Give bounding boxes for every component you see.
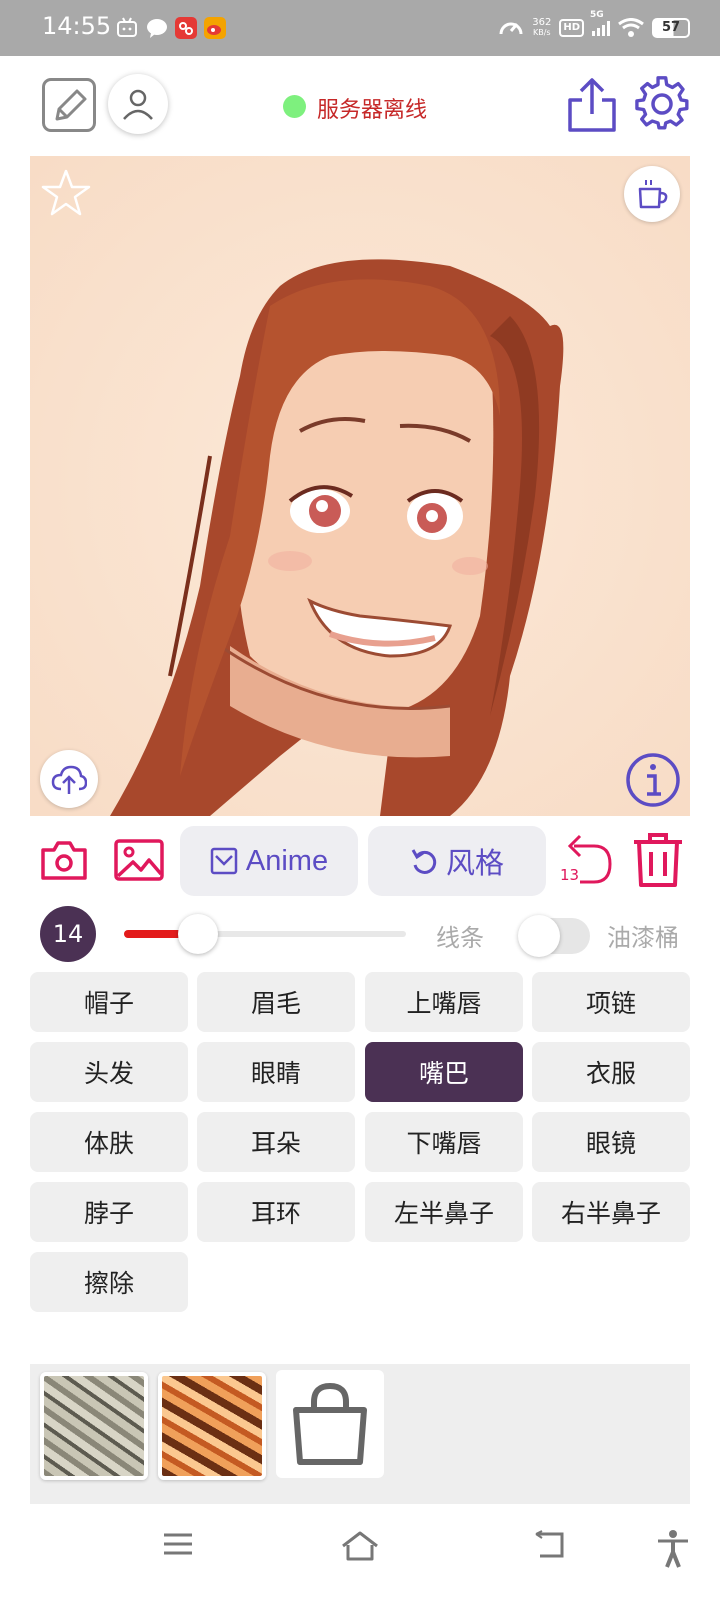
app-red-icon bbox=[175, 17, 197, 39]
server-status-text: 服务器离线 bbox=[317, 98, 428, 123]
status-icons: 362 KB/s HD 5G 57 bbox=[498, 10, 690, 42]
camera-icon bbox=[41, 841, 87, 880]
texture-swatch-orange[interactable] bbox=[158, 1372, 266, 1480]
part-lower-lip[interactable]: 下嘴唇 bbox=[365, 1112, 523, 1172]
part-glasses[interactable]: 眼镜 bbox=[532, 1112, 690, 1172]
status-time: 14:55 bbox=[42, 12, 112, 40]
checkbox-icon bbox=[210, 847, 238, 875]
part-eyes[interactable]: 眼睛 bbox=[197, 1042, 355, 1102]
network-speed: 362 KB/s bbox=[532, 18, 551, 38]
gallery-button[interactable] bbox=[113, 838, 165, 882]
part-clothes[interactable]: 衣服 bbox=[532, 1042, 690, 1102]
share-icon bbox=[568, 78, 616, 132]
bilibili-icon bbox=[116, 17, 138, 39]
undo-count: 13 bbox=[560, 866, 580, 884]
hd-badge: HD bbox=[559, 19, 584, 37]
info-button[interactable] bbox=[625, 752, 681, 808]
wifi-icon bbox=[618, 18, 644, 37]
part-hat[interactable]: 帽子 bbox=[30, 972, 188, 1032]
trash-icon bbox=[634, 833, 682, 887]
speed-unit: KB/s bbox=[532, 28, 551, 37]
upload-button[interactable] bbox=[40, 750, 98, 808]
drawing-canvas[interactable] bbox=[30, 156, 690, 816]
texture-swatch-gray[interactable] bbox=[40, 1372, 148, 1480]
favorite-button[interactable] bbox=[40, 168, 92, 218]
brush-size-indicator: 14 bbox=[40, 906, 96, 962]
part-hair[interactable]: 头发 bbox=[30, 1042, 188, 1102]
speed-value: 362 bbox=[532, 17, 552, 28]
signal-icon: 5G bbox=[590, 10, 610, 36]
anime-label: Anime bbox=[245, 844, 329, 877]
image-icon bbox=[114, 839, 164, 881]
part-upper-lip[interactable]: 上嘴唇 bbox=[365, 972, 523, 1032]
home-icon bbox=[342, 1531, 378, 1561]
server-status-dot bbox=[283, 95, 306, 118]
part-left-nose[interactable]: 左半鼻子 bbox=[365, 1182, 523, 1242]
part-necklace[interactable]: 项链 bbox=[532, 972, 690, 1032]
style-label: 风格 bbox=[445, 846, 504, 880]
user-icon bbox=[123, 89, 153, 120]
refresh-icon bbox=[411, 849, 437, 874]
part-right-nose[interactable]: 右半鼻子 bbox=[532, 1182, 690, 1242]
user-button[interactable] bbox=[108, 74, 168, 134]
accessibility-button[interactable] bbox=[656, 1530, 690, 1570]
style-button[interactable]: 风格 bbox=[368, 826, 546, 896]
nav-back-button[interactable] bbox=[532, 1530, 566, 1570]
part-earrings[interactable]: 耳环 bbox=[197, 1182, 355, 1242]
toggle-knob[interactable] bbox=[518, 915, 560, 957]
nav-menu-button[interactable] bbox=[162, 1530, 194, 1570]
nav-home-button[interactable] bbox=[340, 1530, 380, 1570]
edit-icon bbox=[55, 89, 87, 121]
speedometer-icon bbox=[499, 22, 523, 35]
cup-icon bbox=[638, 180, 668, 209]
weibo-icon bbox=[204, 17, 226, 39]
coffee-button[interactable] bbox=[624, 166, 680, 222]
network-type: 5G bbox=[590, 10, 604, 20]
star-icon bbox=[41, 169, 91, 216]
line-label: 线条 bbox=[436, 924, 484, 952]
bag-icon bbox=[293, 1382, 367, 1465]
part-skin[interactable]: 体肤 bbox=[30, 1112, 188, 1172]
back-icon bbox=[535, 1530, 564, 1558]
settings-button[interactable] bbox=[635, 76, 691, 132]
anime-button[interactable]: Anime bbox=[180, 826, 358, 896]
bucket-label: 油漆桶 bbox=[607, 924, 679, 952]
delete-button[interactable] bbox=[632, 832, 684, 888]
chat-icon bbox=[146, 17, 168, 39]
anime-portrait-image bbox=[30, 156, 690, 816]
gear-icon bbox=[635, 76, 689, 130]
info-icon bbox=[626, 753, 680, 807]
part-mouth[interactable]: 嘴巴 bbox=[365, 1042, 523, 1102]
part-eyebrows[interactable]: 眉毛 bbox=[197, 972, 355, 1032]
camera-button[interactable] bbox=[40, 838, 88, 882]
part-ears[interactable]: 耳朵 bbox=[197, 1112, 355, 1172]
slider-thumb[interactable] bbox=[178, 914, 218, 954]
accessibility-icon bbox=[658, 1530, 688, 1568]
share-button[interactable] bbox=[566, 76, 618, 134]
shop-button[interactable] bbox=[276, 1370, 384, 1478]
menu-icon bbox=[164, 1533, 192, 1555]
battery-indicator: 57 bbox=[652, 18, 690, 38]
edit-button[interactable] bbox=[42, 78, 96, 132]
part-erase[interactable]: 擦除 bbox=[30, 1252, 188, 1312]
upload-cloud-icon bbox=[51, 765, 87, 794]
part-neck[interactable]: 脖子 bbox=[30, 1182, 188, 1242]
status-bar: 14:55 362 KB/s HD 5G 57 bbox=[0, 0, 720, 56]
